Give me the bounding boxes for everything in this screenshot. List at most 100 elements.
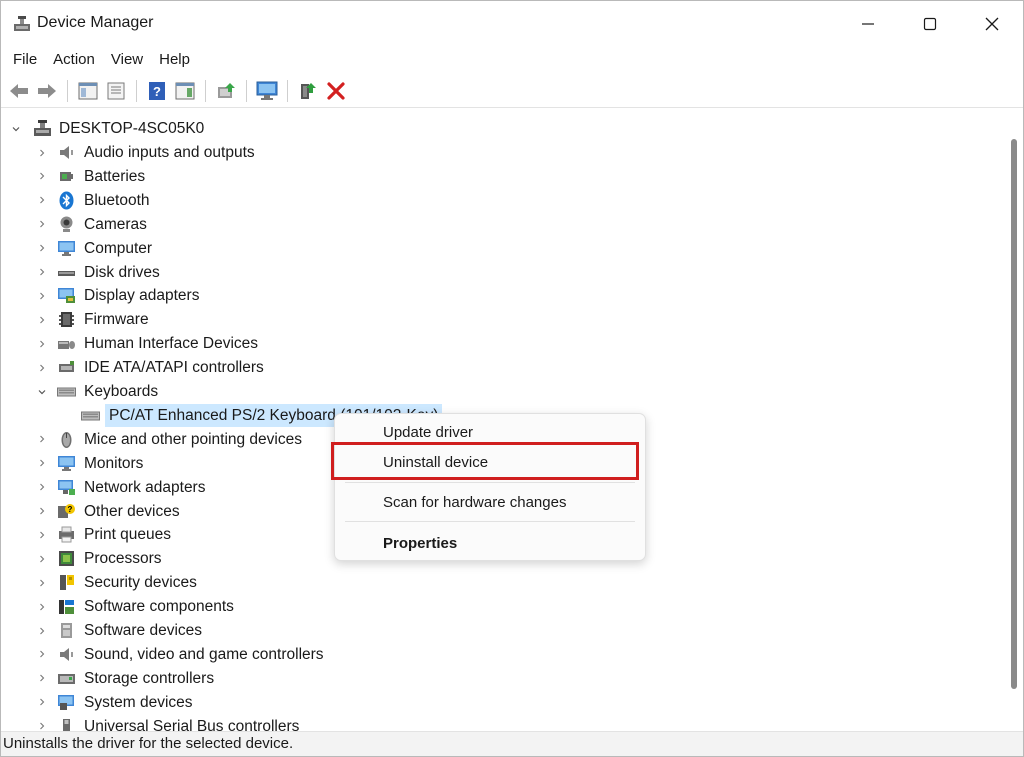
tree-item-label: Bluetooth xyxy=(84,191,150,209)
chevron-right-icon[interactable] xyxy=(37,308,47,331)
computer-tower-icon xyxy=(34,120,51,136)
scrollbar-thumb[interactable] xyxy=(1011,139,1017,689)
speaker-icon xyxy=(57,143,76,162)
context-menu: Update driver Uninstall device Scan for … xyxy=(334,413,646,561)
storage-controller-icon xyxy=(57,669,76,688)
scan-monitor-icon xyxy=(256,81,278,100)
monitor-icon xyxy=(57,239,76,258)
properties-toolbar-button[interactable] xyxy=(104,79,128,103)
tree-item-label: Batteries xyxy=(84,167,146,185)
uninstall-toolbar-button[interactable] xyxy=(324,79,348,103)
chevron-right-icon[interactable] xyxy=(37,571,47,594)
close-button[interactable] xyxy=(961,1,1023,47)
properties-sheet-icon xyxy=(107,82,125,100)
device-manager-window: Device Manager File Action View Help ? D… xyxy=(0,0,1024,757)
maximize-button[interactable] xyxy=(899,1,961,47)
chevron-right-icon[interactable] xyxy=(37,595,47,618)
title-bar: Device Manager xyxy=(1,1,1023,47)
svg-text:?: ? xyxy=(153,84,161,99)
back-arrow-icon xyxy=(10,84,28,98)
chevron-right-icon[interactable] xyxy=(37,165,47,188)
tree-item-label: Storage controllers xyxy=(84,669,215,687)
chevron-right-icon[interactable] xyxy=(37,619,47,642)
chevron-right-icon[interactable] xyxy=(37,141,47,164)
chevron-right-icon[interactable] xyxy=(37,237,47,260)
chevron-right-icon[interactable] xyxy=(37,261,47,284)
context-menu-separator xyxy=(345,521,635,522)
tree-item-label: Monitors xyxy=(84,454,144,472)
window-title: Device Manager xyxy=(37,14,154,31)
chevron-down-icon[interactable] xyxy=(37,380,47,403)
tree-item-label: Disk drives xyxy=(84,263,160,281)
vertical-scrollbar[interactable] xyxy=(1007,113,1021,730)
add-driver-toolbar-button[interactable] xyxy=(296,79,320,103)
toolbar-separator xyxy=(136,80,137,102)
console-tree-icon xyxy=(78,82,98,100)
view-pane-icon xyxy=(175,82,195,100)
update-driver-icon xyxy=(218,83,235,98)
chevron-down-icon[interactable] xyxy=(11,117,21,140)
chevron-right-icon[interactable] xyxy=(37,547,47,570)
display-adapter-icon xyxy=(57,286,76,305)
chevron-right-icon[interactable] xyxy=(37,284,47,307)
minimize-icon xyxy=(862,23,874,25)
security-key-icon xyxy=(57,573,76,592)
chevron-right-icon[interactable] xyxy=(37,715,47,732)
mouse-icon xyxy=(57,430,76,449)
software-device-icon xyxy=(57,621,76,640)
chevron-right-icon[interactable] xyxy=(37,428,47,451)
tree-item-label: Computer xyxy=(84,239,153,257)
tree-item-label: Network adapters xyxy=(84,478,206,496)
chevron-right-icon[interactable] xyxy=(37,523,47,546)
help-toolbar-button[interactable]: ? xyxy=(145,79,169,103)
chevron-right-icon[interactable] xyxy=(37,452,47,475)
chevron-right-icon[interactable] xyxy=(37,476,47,499)
chevron-right-icon[interactable] xyxy=(37,691,47,714)
battery-icon xyxy=(57,167,76,186)
minimize-button[interactable] xyxy=(837,1,899,47)
menu-action[interactable]: Action xyxy=(45,47,103,73)
toolbar-separator xyxy=(246,80,247,102)
scan-hardware-toolbar-button[interactable] xyxy=(255,79,279,103)
chevron-right-icon[interactable] xyxy=(37,500,47,523)
tree-item-label: Sound, video and game controllers xyxy=(84,645,324,663)
forward-button[interactable] xyxy=(35,79,59,103)
add-driver-icon xyxy=(301,83,316,99)
tree-item-label: System devices xyxy=(84,693,193,711)
help-icon: ? xyxy=(149,82,165,100)
menu-file[interactable]: File xyxy=(5,47,45,73)
toolbar-separator xyxy=(287,80,288,102)
context-menu-scan-hardware[interactable]: Scan for hardware changes xyxy=(335,488,645,518)
chevron-right-icon[interactable] xyxy=(37,332,47,355)
ide-controller-icon xyxy=(57,358,76,377)
menu-view[interactable]: View xyxy=(103,47,151,73)
tree-item-label: Software components xyxy=(84,598,234,616)
printer-icon xyxy=(57,525,76,544)
chevron-right-icon[interactable] xyxy=(37,643,47,666)
tree-item-label: Mice and other pointing devices xyxy=(84,430,302,448)
bluetooth-icon xyxy=(57,191,76,210)
system-device-icon xyxy=(57,693,76,712)
unknown-device-icon: ? xyxy=(57,502,76,521)
chevron-right-icon[interactable] xyxy=(37,356,47,379)
context-menu-properties[interactable]: Properties xyxy=(335,529,645,559)
chevron-right-icon[interactable] xyxy=(37,213,47,236)
menu-help[interactable]: Help xyxy=(151,47,198,73)
camera-icon xyxy=(57,215,76,234)
svg-text:?: ? xyxy=(68,505,73,514)
chevron-right-icon[interactable] xyxy=(37,189,47,212)
keyboard-icon xyxy=(81,406,100,425)
tree-item-label: Processors xyxy=(84,550,162,568)
back-button[interactable] xyxy=(7,79,31,103)
monitor-icon xyxy=(57,454,76,473)
update-driver-toolbar-button[interactable] xyxy=(214,79,238,103)
view-toolbar-button[interactable] xyxy=(173,79,197,103)
uninstall-highlight-box xyxy=(331,442,639,480)
toolbar-separator xyxy=(67,80,68,102)
show-hide-console-tree-button[interactable] xyxy=(76,79,100,103)
tree-root-label: DESKTOP-4SC05K0 xyxy=(59,120,205,137)
hid-icon xyxy=(57,334,76,353)
tree-item-label: Human Interface Devices xyxy=(84,335,259,353)
maximize-icon xyxy=(923,17,937,31)
chevron-right-icon[interactable] xyxy=(37,667,47,690)
